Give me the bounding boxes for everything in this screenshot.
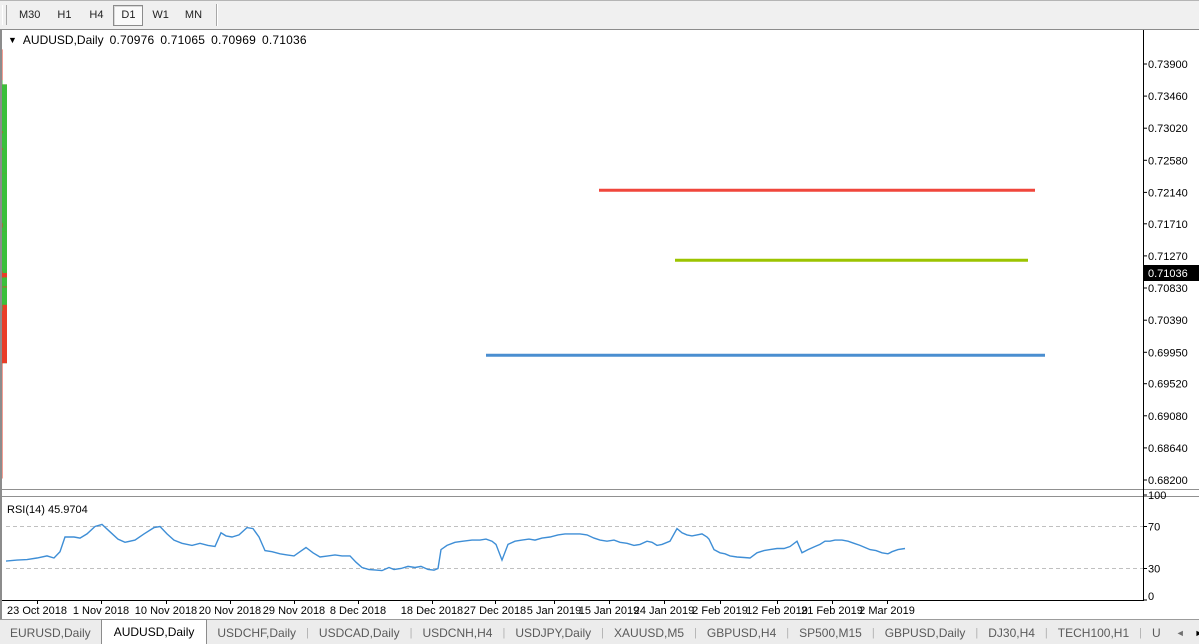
price-tick-label: 0.69080 bbox=[1148, 411, 1188, 423]
price-tick-label: 0.73460 bbox=[1148, 91, 1188, 103]
chart-tab-tech100-h1[interactable]: TECH100,H1 bbox=[1048, 622, 1139, 644]
date-tick-label: 29 Nov 2018 bbox=[263, 605, 325, 617]
date-tick-label: 8 Dec 2018 bbox=[330, 605, 386, 617]
ohlc-open-value: 0.70976 bbox=[110, 33, 155, 47]
price-tick-label: 0.72140 bbox=[1148, 187, 1188, 199]
timeframe-button-mn[interactable]: MN bbox=[178, 5, 209, 26]
axes bbox=[2, 30, 1144, 601]
mt4-application-window: M30H1H4D1W1MN 0.73900 0.73460 0.73020 0.725… bbox=[0, 0, 1199, 644]
timeframe-toolbar: M30H1H4D1W1MN bbox=[0, 1, 1199, 29]
current-price-badge: 0.71036 bbox=[1144, 265, 1199, 281]
date-tick-label: 27 Dec 2018 bbox=[464, 605, 526, 617]
chart-tab-usdcad-daily[interactable]: USDCAD,Daily bbox=[309, 622, 410, 644]
date-tick-label: 21 Feb 2019 bbox=[801, 605, 863, 617]
date-tick-label: 2 Feb 2019 bbox=[692, 605, 748, 617]
timeframe-button-h4[interactable]: H4 bbox=[81, 5, 111, 26]
chart-tab-sp500-m15[interactable]: SP500,M15 bbox=[789, 622, 872, 644]
time-scale[interactable]: 23 Oct 2018 1 Nov 2018 10 Nov 201820 Nov 2… bbox=[7, 600, 915, 617]
date-tick-label: 18 Dec 2018 bbox=[401, 605, 463, 617]
rsi-tick-label: 0 bbox=[1148, 591, 1154, 603]
ohlc-low-value: 0.70969 bbox=[211, 33, 256, 47]
support-resistance-lines bbox=[486, 190, 1045, 355]
price-tick-label: 0.70830 bbox=[1148, 283, 1188, 295]
tab-scroll-arrows: ◄ ► bbox=[1171, 620, 1199, 644]
date-tick-label: 2 Mar 2019 bbox=[859, 605, 915, 617]
date-tick-label: 10 Nov 2018 bbox=[135, 605, 197, 617]
price-chart-canvas[interactable]: 0.73900 0.73460 0.73020 0.72580 0.72140 0.717… bbox=[2, 30, 1199, 620]
rsi-tick-label: 30 bbox=[1148, 564, 1160, 576]
date-tick-label: 12 Feb 2019 bbox=[746, 605, 808, 617]
chart-tab-xauusd-m5[interactable]: XAUUSD,M5 bbox=[604, 622, 694, 644]
tab-scroll-right-icon[interactable]: ► bbox=[1190, 628, 1199, 638]
timeframe-button-m30[interactable]: M30 bbox=[12, 5, 47, 26]
symbol-dropdown-icon[interactable]: ▼ bbox=[8, 35, 17, 45]
price-tick-label: 0.68200 bbox=[1148, 475, 1188, 487]
price-tick-label: 0.69520 bbox=[1148, 379, 1188, 391]
chart-tab-u[interactable]: U bbox=[1142, 622, 1171, 644]
timeframe-button-h1[interactable]: H1 bbox=[49, 5, 79, 26]
panel-splitter[interactable] bbox=[2, 490, 1199, 498]
chart-tab-dj30-h4[interactable]: DJ30,H4 bbox=[978, 622, 1045, 644]
price-tick-label: 0.68640 bbox=[1148, 443, 1188, 455]
chart-tab-gbpusd-daily[interactable]: GBPUSD,Daily bbox=[875, 622, 976, 644]
price-tick-label: 0.70390 bbox=[1148, 315, 1188, 327]
chart-tab-audusd-daily[interactable]: AUDUSD,Daily bbox=[101, 619, 208, 644]
chart-window[interactable]: 0.73900 0.73460 0.73020 0.72580 0.72140 0.717… bbox=[0, 29, 1199, 619]
ohlc-high-value: 0.71065 bbox=[160, 33, 205, 47]
price-tick-label: 0.71270 bbox=[1148, 251, 1188, 263]
date-tick-label: 24 Jan 2019 bbox=[634, 605, 695, 617]
price-tick-label: 0.71710 bbox=[1148, 219, 1188, 231]
rsi-scale[interactable]: 100 70 30 0 bbox=[1143, 490, 1166, 603]
price-tick-label: 0.73900 bbox=[1148, 59, 1188, 71]
date-tick-label: 15 Jan 2019 bbox=[579, 605, 640, 617]
chart-symbol-label: AUDUSD,Daily bbox=[23, 33, 104, 47]
chart-tab-usdcnh-h4[interactable]: USDCNH,H4 bbox=[412, 622, 502, 644]
date-tick-label: 5 Jan 2019 bbox=[527, 605, 581, 617]
chart-tab-usdjpy-daily[interactable]: USDJPY,Daily bbox=[505, 622, 601, 644]
chart-tab-usdchf-daily[interactable]: USDCHF,Daily bbox=[207, 622, 306, 644]
timeframe-button-d1[interactable]: D1 bbox=[113, 5, 143, 26]
toolbar-grip-handle[interactable] bbox=[2, 5, 7, 25]
price-tick-label: 0.73020 bbox=[1148, 123, 1188, 135]
tab-scroll-left-icon[interactable]: ◄ bbox=[1171, 628, 1190, 638]
chart-tab-eurusd-daily[interactable]: EURUSD,Daily bbox=[0, 622, 101, 644]
candle bbox=[2, 350, 7, 478]
price-tick-label: 0.69950 bbox=[1148, 347, 1188, 359]
chart-tab-gbpusd-h4[interactable]: GBPUSD,H4 bbox=[697, 622, 786, 644]
candles bbox=[2, 49, 7, 478]
date-tick-label: 20 Nov 2018 bbox=[199, 605, 261, 617]
rsi-tick-label: 70 bbox=[1148, 522, 1160, 534]
rsi-tick-label: 100 bbox=[1148, 490, 1166, 502]
timeframe-button-w1[interactable]: W1 bbox=[145, 5, 176, 26]
rsi-line bbox=[6, 524, 905, 570]
chart-tab-bar: EURUSD,DailyAUDUSD,DailyUSDCHF,Daily|USD… bbox=[0, 619, 1199, 644]
date-tick-label: 1 Nov 2018 bbox=[73, 605, 129, 617]
price-tick-label: 0.72580 bbox=[1148, 155, 1188, 167]
chart-title: ▼ AUDUSD,Daily 0.70976 0.71065 0.70969 0… bbox=[8, 33, 307, 47]
rsi-level-lines bbox=[6, 527, 1143, 569]
ohlc-close-value: 0.71036 bbox=[262, 33, 307, 47]
current-price-value: 0.71036 bbox=[1148, 268, 1188, 280]
toolbar-separator bbox=[216, 4, 218, 26]
date-tick-label: 23 Oct 2018 bbox=[7, 605, 67, 617]
rsi-indicator-label: RSI(14) 45.9704 bbox=[7, 504, 88, 516]
